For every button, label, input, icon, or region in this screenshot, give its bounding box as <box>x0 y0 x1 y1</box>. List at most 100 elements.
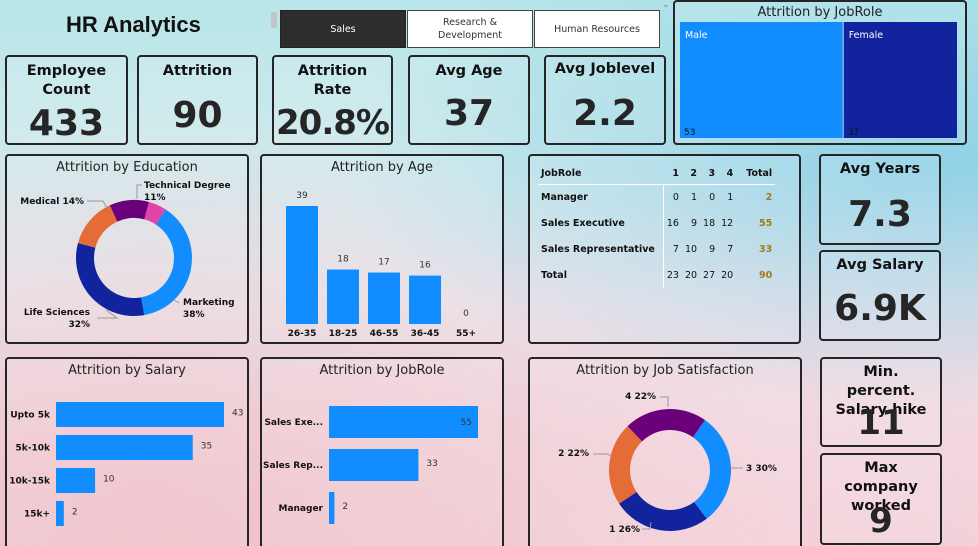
kpi-avg-joblevel: Avg Joblevel 2.2 <box>544 55 666 145</box>
leader-line <box>87 200 108 209</box>
donut-data-label: Marketing <box>183 298 235 308</box>
bar-data-label: 35 <box>201 442 212 452</box>
y-axis-tick-label: Upto 5k <box>10 411 51 421</box>
bar <box>329 406 478 438</box>
kpi-value: 7.3 <box>848 194 912 235</box>
kpi-attrition: Attrition 90 <box>137 55 258 145</box>
kpi-value: 11 <box>857 403 905 443</box>
chart-title: Attrition by Salary <box>68 363 186 378</box>
y-axis-tick-label: 15k+ <box>24 510 50 520</box>
matrix-cell: 23 <box>666 269 679 281</box>
jobrole-satisfaction-matrix: JobRole 1 2 3 4 Total Manager 0 1 0 1 2 … <box>538 164 776 288</box>
kpi-value: 20.8% <box>276 103 390 143</box>
bar-data-label: 2 <box>342 502 348 512</box>
age-bar-chart: 39 26-35 18 18-25 17 46-55 16 36-45 0 55+ <box>286 191 476 339</box>
matrix-row-label: Sales Representative <box>538 236 664 262</box>
matrix-row-label: Manager <box>538 184 664 210</box>
matrix-row: Manager 0 1 0 1 2 <box>538 184 775 210</box>
x-axis-tick-label: 26-35 <box>288 329 317 339</box>
bar <box>329 492 335 524</box>
kpi-avg-years: Avg Years 7.3 <box>819 154 941 245</box>
donut-data-label: Medical 14% <box>20 197 84 207</box>
bar <box>56 435 193 460</box>
chevron-down-icon[interactable]: ⌄ <box>662 0 670 10</box>
kpi-employee-count: Employee Count 433 <box>5 55 128 145</box>
x-axis-tick-label: 55+ <box>456 329 476 339</box>
matrix-total-cell: 2 <box>765 191 773 203</box>
drag-handle[interactable] <box>271 12 277 28</box>
donut-data-label: Technical Degree <box>144 181 231 191</box>
matrix-header[interactable]: 4 <box>718 164 737 185</box>
y-axis-tick-label: 5k-10k <box>16 444 52 454</box>
donut-slice <box>77 205 118 248</box>
donut-data-label: 11% <box>144 193 166 203</box>
matrix-header[interactable]: 3 <box>700 164 719 185</box>
satisfaction-donut: 3 30% 1 26% 2 22% 4 22% <box>558 392 777 535</box>
bar <box>56 501 64 526</box>
gender-treemap: Male 53 Female 37 <box>680 22 957 138</box>
age-bar-card: Attrition by Age 39 26-35 18 18-25 17 46-55 16… <box>260 154 504 344</box>
kpi-label: Attrition <box>162 63 233 79</box>
slicer-option-label: Research & Development <box>438 17 502 41</box>
matrix-cell: 0 <box>709 191 716 203</box>
kpi-label: Avg Age <box>435 63 503 79</box>
matrix-header[interactable]: 1 <box>663 164 682 185</box>
kpi-value: 2.2 <box>573 93 637 134</box>
education-donut: Marketing 38% Life Sciences 32% Medical 14% T… <box>20 181 235 330</box>
kpi-label: Avg Years <box>839 161 921 177</box>
kpi-value: 9 <box>869 501 893 541</box>
kpi-max-company-worked: Max company worked 9 <box>820 453 942 545</box>
matrix-cell: 1 <box>727 191 734 203</box>
chart-title: Attrition by Job Satisfaction <box>576 363 754 378</box>
leader-line <box>593 453 613 458</box>
bar-data-label: 33 <box>426 459 437 469</box>
matrix-total-cell: 33 <box>758 243 773 255</box>
education-donut-card: Attrition by Education Marketing 38% Life … <box>5 154 249 344</box>
age-bar <box>327 269 359 324</box>
matrix-cell: 18 <box>703 217 716 229</box>
slicer-option-human-resources[interactable]: Human Resources <box>534 10 660 48</box>
chart-title: Attrition by JobRole <box>757 5 883 20</box>
matrix-total-cell: 55 <box>758 217 773 229</box>
matrix-row-label: Sales Executive <box>538 210 664 236</box>
salary-bar-chart: Upto 5k 43 5k-10k 35 10k-15k 10 15k+ 2 <box>9 402 243 526</box>
slicer-option-sales[interactable]: Sales <box>280 10 406 48</box>
bar <box>56 468 96 493</box>
kpi-value: 433 <box>28 103 105 144</box>
donut-slice <box>627 409 705 442</box>
matrix-cell: 16 <box>666 217 679 229</box>
age-bar <box>286 206 318 324</box>
kpi-value: 90 <box>172 95 223 136</box>
matrix-cell: 20 <box>684 269 698 281</box>
leader-line <box>173 299 180 304</box>
y-axis-tick-label: Manager <box>279 504 324 514</box>
kpi-label: Employee Count <box>26 63 107 98</box>
matrix-header[interactable]: Total <box>736 164 776 185</box>
matrix-total-cell: 90 <box>758 269 773 281</box>
donut-data-label: 32% <box>68 320 90 330</box>
matrix-cell: 9 <box>691 217 698 229</box>
matrix-row: Sales Executive 16 9 18 12 55 <box>538 210 775 236</box>
x-axis-tick-label: 36-45 <box>411 329 440 339</box>
matrix-cell: 27 <box>703 269 716 281</box>
matrix-row-label: Total <box>538 262 664 288</box>
jobrole-bar-chart: Sales Exe... 55 Sales Rep... 33 Manager 2 <box>263 406 478 524</box>
gender-treemap-card: Attrition by JobRole Male 53 Female 37 <box>673 0 967 145</box>
kpi-label: Avg Salary <box>836 257 924 273</box>
donut-data-label: 1 26% <box>609 525 640 535</box>
matrix-header[interactable]: 2 <box>681 164 701 185</box>
treemap-tile-value: 37 <box>848 128 859 138</box>
matrix-cell: 9 <box>709 243 716 255</box>
kpi-avg-age: Avg Age 37 <box>408 55 530 145</box>
bar-data-label: 2 <box>72 508 78 518</box>
matrix-header[interactable]: JobRole <box>538 164 664 185</box>
kpi-attrition-rate: Attrition Rate 20.8% <box>272 55 393 145</box>
leader-line <box>660 396 669 407</box>
age-bar <box>409 275 441 324</box>
slicer-option-research-development[interactable]: Research & Development <box>407 10 533 48</box>
salary-bar-card: Attrition by Salary Upto 5k 43 5k-10k 35 10k… <box>5 357 249 546</box>
chart-title: Attrition by JobRole <box>319 363 445 378</box>
treemap-tile-value: 53 <box>684 128 695 138</box>
bar-data-label: 43 <box>232 409 243 419</box>
matrix-header-row: JobRole 1 2 3 4 Total <box>538 164 776 185</box>
